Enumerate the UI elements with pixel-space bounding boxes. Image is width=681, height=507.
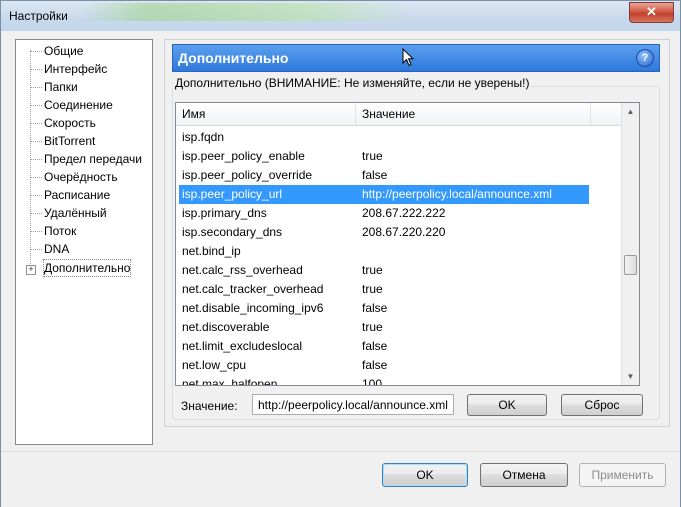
list-row[interactable]: isp.peer_policy_override false xyxy=(179,166,589,185)
help-icon[interactable]: ? xyxy=(636,49,654,67)
tree-connector xyxy=(30,213,42,214)
column-name-label: Имя xyxy=(182,107,206,121)
scroll-down-icon[interactable]: ▼ xyxy=(622,368,639,385)
scrollbar-thumb[interactable] xyxy=(624,255,637,275)
advanced-panel: Дополнительно ? Дополнительно (ВНИМАНИЕ:… xyxy=(164,39,670,427)
tree-item-transfer-cap[interactable]: Предел передачи xyxy=(44,151,142,167)
settings-window: Настройки ✕ Общие Интерфейс Папки Соедин… xyxy=(0,0,681,507)
row-name: isp.fqdn xyxy=(182,130,225,144)
row-value: http://peerpolicy.local/announce.xml xyxy=(362,187,552,201)
row-value: 100 xyxy=(362,377,383,386)
list-row[interactable]: isp.secondary_dns 208.67.220.220 xyxy=(179,223,589,242)
list-row[interactable]: net.max_halfopen 100 xyxy=(179,375,589,386)
tree-connector xyxy=(30,177,42,178)
list-row[interactable]: net.low_cpu false xyxy=(179,356,589,375)
row-value: true xyxy=(362,320,383,334)
tree-connector xyxy=(30,50,31,270)
list-row[interactable]: net.limit_excludeslocal false xyxy=(179,337,589,356)
tree-connector xyxy=(30,69,42,70)
row-value: true xyxy=(362,263,383,277)
column-header-value[interactable]: Значение xyxy=(356,103,591,125)
tree-connector xyxy=(30,231,42,232)
row-name: net.limit_excludeslocal xyxy=(182,339,303,353)
tree-item-general[interactable]: Общие xyxy=(44,43,83,59)
close-icon: ✕ xyxy=(646,4,657,19)
row-value: 208.67.220.220 xyxy=(362,225,446,239)
tree-item-queueing[interactable]: Очерёдность xyxy=(44,169,118,185)
tree-item-speed[interactable]: Скорость xyxy=(44,115,96,131)
column-header-name[interactable]: Имя xyxy=(176,103,356,125)
tree-item-folders[interactable]: Папки xyxy=(44,79,78,95)
ok-button[interactable]: OK xyxy=(382,463,468,487)
list-row[interactable]: net.calc_rss_overhead true xyxy=(179,261,589,280)
value-input[interactable]: http://peerpolicy.local/announce.xml xyxy=(252,394,454,415)
list-row-selected[interactable]: isp.peer_policy_url http://peerpolicy.lo… xyxy=(179,185,589,204)
row-name: net.discoverable xyxy=(182,320,270,334)
list-row[interactable]: net.bind_ip xyxy=(179,242,589,261)
row-name: isp.peer_policy_override xyxy=(182,168,313,182)
row-value: false xyxy=(362,168,388,182)
cancel-button[interactable]: Отмена xyxy=(480,463,568,487)
tree-item-dna[interactable]: DNA xyxy=(44,241,69,257)
row-name: net.calc_rss_overhead xyxy=(182,263,303,277)
list-row[interactable]: net.disable_incoming_ipv6 false xyxy=(179,299,589,318)
tree-connector xyxy=(30,159,42,160)
tree-connector xyxy=(30,105,42,106)
row-value: 208.67.222.222 xyxy=(362,206,446,220)
tree-item-bittorrent[interactable]: BitTorrent xyxy=(44,133,95,149)
settings-tree[interactable]: Общие Интерфейс Папки Соединение Скорост… xyxy=(15,39,153,445)
column-value-label: Значение xyxy=(362,107,416,121)
apply-button[interactable]: Применить xyxy=(579,463,666,487)
row-name: net.disable_incoming_ipv6 xyxy=(182,301,324,315)
mouse-cursor-icon xyxy=(402,48,414,67)
row-name: net.low_cpu xyxy=(182,358,247,372)
list-row[interactable]: isp.primary_dns 208.67.222.222 xyxy=(179,204,589,223)
scroll-up-icon[interactable]: ▲ xyxy=(622,103,639,120)
tree-item-interface[interactable]: Интерфейс xyxy=(44,61,107,77)
row-value: true xyxy=(362,282,383,296)
row-value: false xyxy=(362,339,388,353)
groupbox-label: Дополнительно (ВНИМАНИЕ: Не изменяйте, е… xyxy=(173,76,532,90)
row-value: false xyxy=(362,301,388,315)
value-ok-button[interactable]: OK xyxy=(467,394,547,416)
panel-header: Дополнительно ? xyxy=(172,44,660,72)
tree-item-scheduler[interactable]: Расписание xyxy=(44,187,110,203)
list-header: Имя Значение xyxy=(176,103,639,126)
tree-connector xyxy=(30,195,42,196)
row-name: isp.primary_dns xyxy=(182,206,267,220)
value-label: Значение: xyxy=(181,399,238,413)
tree-connector xyxy=(30,249,42,250)
tree-connector xyxy=(30,123,42,124)
row-name: isp.peer_policy_enable xyxy=(182,149,305,163)
row-name: net.bind_ip xyxy=(182,244,241,258)
vertical-scrollbar[interactable]: ▲ ▼ xyxy=(621,103,639,385)
list-row[interactable]: net.calc_tracker_overhead true xyxy=(179,280,589,299)
row-name: net.max_halfopen xyxy=(182,377,278,386)
tree-item-connection[interactable]: Соединение xyxy=(44,97,113,113)
tree-item-advanced[interactable]: Дополнительно xyxy=(42,259,132,277)
row-value: true xyxy=(362,149,383,163)
tree-expand-icon[interactable]: + xyxy=(26,265,36,275)
tree-item-remote[interactable]: Удалённый xyxy=(44,205,107,221)
row-name: isp.peer_policy_url xyxy=(182,187,283,201)
dialog-footer: OK Отмена Применить xyxy=(1,451,680,507)
row-name: isp.secondary_dns xyxy=(182,225,283,239)
reset-button[interactable]: Сброс xyxy=(561,394,643,416)
title-bar[interactable]: Настройки ✕ xyxy=(1,1,680,31)
tree-connector xyxy=(30,51,42,52)
list-row[interactable]: isp.fqdn xyxy=(179,128,589,147)
tree-item-streaming[interactable]: Поток xyxy=(44,223,76,239)
row-name: net.calc_tracker_overhead xyxy=(182,282,324,296)
panel-title: Дополнительно xyxy=(178,50,289,66)
title-glow xyxy=(81,3,411,21)
advanced-settings-list[interactable]: Имя Значение isp.fqdn isp.peer_policy_en… xyxy=(175,102,640,386)
tree-connector xyxy=(30,141,42,142)
window-title: Настройки xyxy=(9,9,68,23)
tree-connector xyxy=(30,87,42,88)
list-row[interactable]: net.discoverable true xyxy=(179,318,589,337)
list-row[interactable]: isp.peer_policy_enable true xyxy=(179,147,589,166)
close-button[interactable]: ✕ xyxy=(629,2,674,23)
row-value: false xyxy=(362,358,388,372)
